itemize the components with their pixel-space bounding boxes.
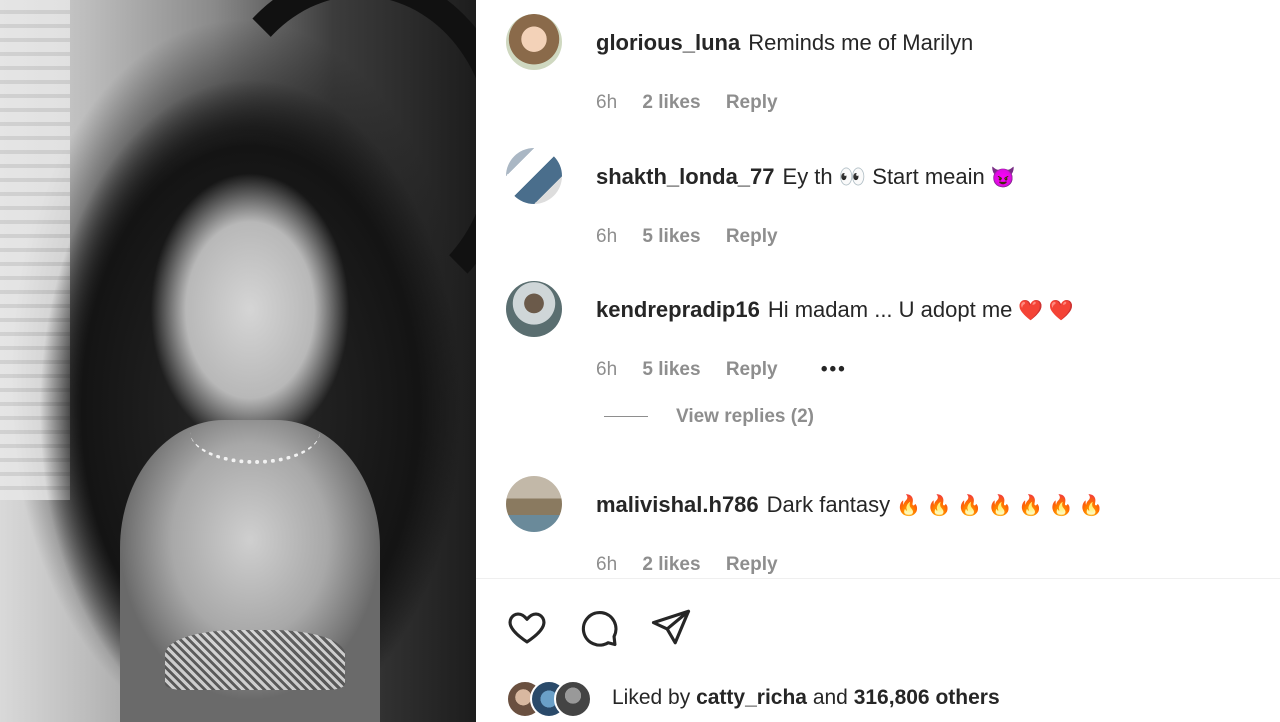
comment-text: kendrepradip16 Hi madam ... U adopt me ❤️ … [596,297,1074,323]
comment-username[interactable]: glorious_luna [596,30,740,55]
comment-likes[interactable]: 2 likes [642,554,700,575]
comments-panel: glorious_luna Reminds me of Marilyn 6h 2 … [476,0,1280,722]
comment-meta: 6h 2 likes Reply [596,554,798,576]
more-options-icon[interactable]: ••• [821,359,847,380]
comment-meta: 6h 2 likes Reply [596,92,798,114]
heart-emoji-icon: ❤️ ❤️ [1018,300,1074,322]
liked-by-user[interactable]: catty_richa [696,686,807,709]
comment-body: Dark fantasy [766,492,891,517]
view-replies-label: View replies (2) [676,406,814,427]
section-divider [476,578,1280,579]
comment-text: malivishal.h786 Dark fantasy 🔥 🔥 🔥 🔥 🔥 🔥 🔥 [596,492,1104,518]
comment-text: shakth_londa_77 Ey th 👀 Start meain 😈 [596,164,1016,190]
reply-button[interactable]: Reply [726,92,778,113]
lace-top [165,630,345,690]
comment-username[interactable]: kendrepradip16 [596,297,760,322]
reply-button[interactable]: Reply [726,359,778,380]
fire-emoji-icon: 🔥 🔥 🔥 🔥 🔥 🔥 🔥 [896,495,1104,517]
liker-avatars[interactable] [506,680,602,718]
heart-icon[interactable] [506,606,548,648]
comment-meta: 6h 5 likes Reply [596,226,798,248]
comment-username[interactable]: shakth_londa_77 [596,164,775,189]
share-icon[interactable] [650,606,692,648]
view-replies-button[interactable]: View replies (2) [604,406,814,428]
liked-by-joiner: and [812,686,848,709]
comment-meta: 6h 5 likes Reply ••• [596,359,867,381]
avatar[interactable] [506,148,562,204]
comment-icon[interactable] [578,606,620,648]
comment-likes[interactable]: 5 likes [642,226,700,247]
reply-button[interactable]: Reply [726,554,778,575]
liked-by-text: Liked by catty_richa and 316,806 others [612,686,1000,710]
comment-likes[interactable]: 2 likes [642,92,700,113]
replies-divider [604,416,648,418]
comment-time: 6h [596,226,618,247]
necklace [190,400,320,464]
avatar [554,680,592,718]
comment-body: Reminds me of Marilyn [748,30,974,55]
avatar[interactable] [506,281,562,337]
reply-button[interactable]: Reply [726,226,778,247]
comment-username[interactable]: malivishal.h786 [596,492,759,517]
comment-body: Hi madam ... U adopt me [767,297,1013,322]
post-photo [0,0,476,722]
comment-time: 6h [596,554,618,575]
comment-likes[interactable]: 5 likes [642,359,700,380]
liked-by-others[interactable]: 316,806 others [854,686,1000,709]
devil-emoji-icon: 😈 [990,167,1016,189]
comment-time: 6h [596,92,618,113]
comment-body: Ey th 👀 Start meain [782,164,985,189]
comment-text: glorious_luna Reminds me of Marilyn [596,30,973,56]
avatar[interactable] [506,14,562,70]
comment-time: 6h [596,359,618,380]
avatar[interactable] [506,476,562,532]
liked-by-prefix: Liked by [612,686,691,709]
